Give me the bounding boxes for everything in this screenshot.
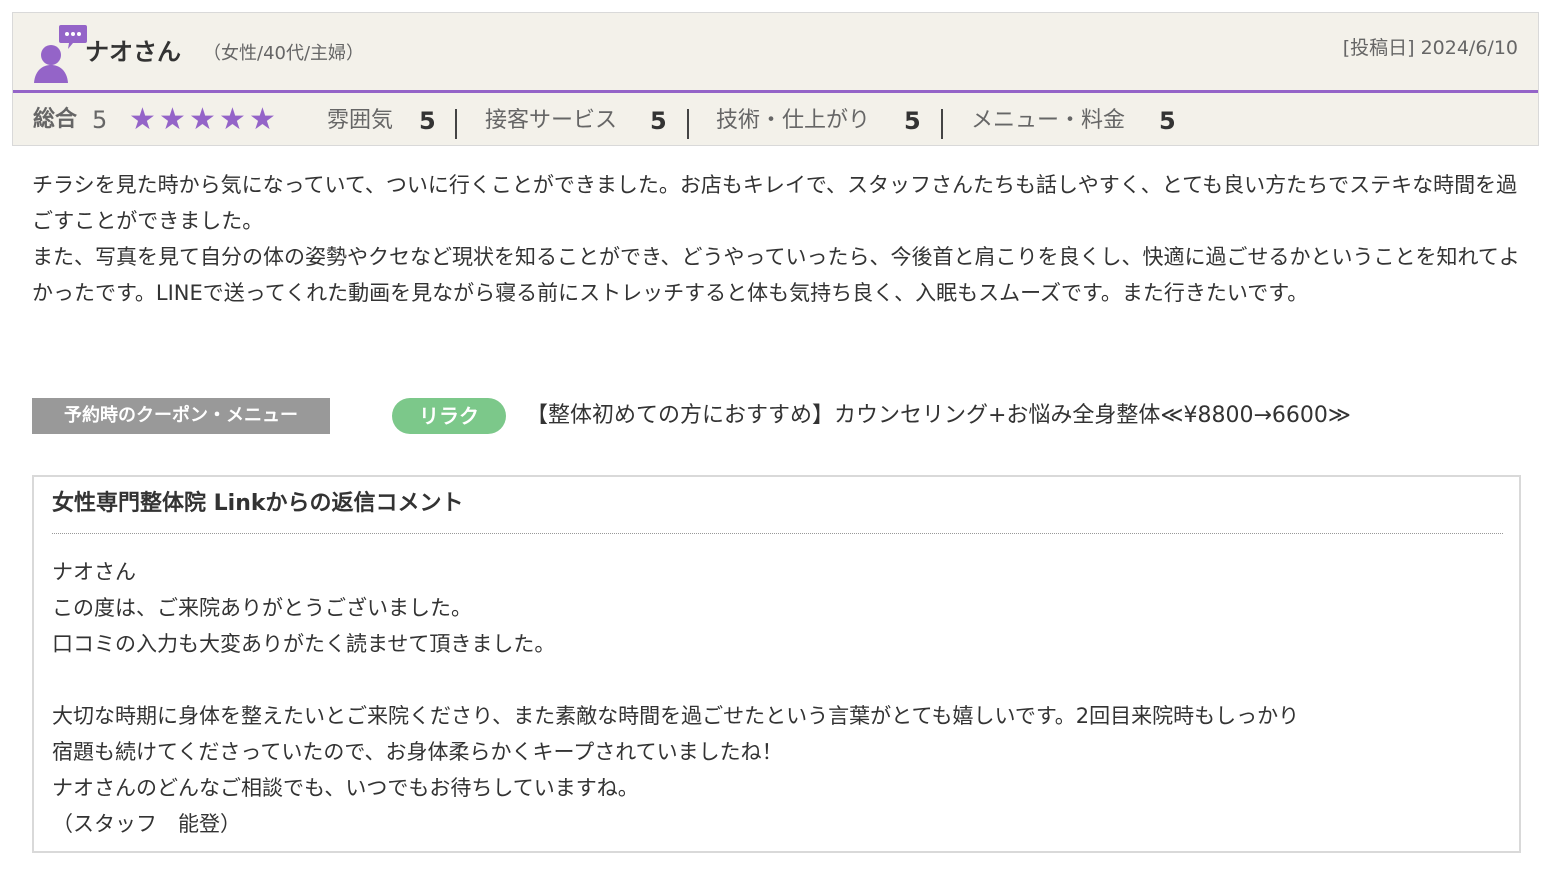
coupon-title: 【整体初めての方におすすめ】カウンセリング+お悩み全身整体≪¥8800→6600…: [526, 403, 1351, 428]
rating-label-menu-price: メニュー・料金: [971, 108, 1126, 133]
reply-line: ナオさんのどんなご相談でも、いつでもお待ちしていますね。: [52, 776, 639, 800]
coupon-category-badge: リラク: [392, 398, 506, 434]
review-paragraph: チラシを見た時から気になっていて、ついに行くことができました。お店もキレイで、ス…: [32, 173, 1518, 233]
rating-value-atmosphere: 5: [419, 107, 436, 135]
star-icon: ★: [159, 102, 186, 137]
reply-line: この度は、ご来院ありがとうございました。: [52, 596, 472, 620]
reply-line: 口コミの入力も大変ありがたく読ませて頂きました。: [52, 632, 556, 656]
reply-line: （スタッフ 能登）: [52, 812, 241, 836]
review-body: チラシを見た時から気になっていて、ついに行くことができました。お店もキレイで、ス…: [32, 167, 1526, 311]
reply-line: [52, 662, 1503, 698]
reply-line: 大切な時期に身体を整えたいとご来院くださり、また素敵な時間を過ごせたという言葉が…: [52, 704, 1300, 728]
rating-value-technique: 5: [904, 107, 921, 135]
review-paragraph: また、写真を見て自分の体の姿勢やクセなど現状を知ることができ、どうやっていったら…: [32, 245, 1520, 305]
ratings-row: 総合 5 ★ ★ ★ ★ ★ 雰囲気 5 接客サービス 5 技術・仕上がり 5 メニュー…: [13, 93, 1538, 147]
overall-rating-label: 総合: [33, 107, 78, 132]
reply-line: 宿題も続けてくださっていたので、お身体柔らかくキープされていましたね！: [52, 740, 783, 764]
coupon-row: 予約時のクーポン・メニュー リラク 【整体初めての方におすすめ】カウンセリング+…: [32, 398, 1522, 438]
reply-divider: [52, 533, 1503, 534]
rating-label-service: 接客サービス: [485, 108, 618, 133]
user-comment-icon: [33, 25, 93, 85]
review-card: ナオさん （女性/40代/主婦） [投稿日] 2024/6/10 総合 5 ★ ★…: [12, 12, 1539, 146]
reviewer-meta: （女性/40代/主婦）: [203, 43, 365, 64]
avatar-svg: [34, 25, 87, 83]
rating-value-service: 5: [650, 107, 667, 135]
reply-title: 女性専門整体院 Linkからの返信コメント: [52, 491, 464, 516]
star-icon: ★: [129, 102, 156, 137]
rating-label-atmosphere: 雰囲気: [327, 108, 394, 133]
coupon-label: 予約時のクーポン・メニュー: [32, 398, 330, 434]
rating-divider: [687, 109, 689, 139]
reply-line: ナオさん: [52, 560, 136, 584]
rating-label-technique: 技術・仕上がり: [716, 108, 871, 133]
rating-divider: [455, 109, 457, 139]
review-header: ナオさん （女性/40代/主婦） [投稿日] 2024/6/10: [13, 13, 1538, 91]
reply-comment-box: 女性専門整体院 Linkからの返信コメント ナオさん この度は、ご来院ありがとう…: [32, 475, 1521, 853]
post-date: [投稿日] 2024/6/10: [1342, 37, 1518, 59]
overall-rating-value: 5: [92, 106, 108, 134]
rating-divider: [941, 109, 943, 139]
reviewer-name: ナオさん: [85, 38, 181, 66]
star-icon: ★: [219, 102, 246, 137]
star-icon: ★: [249, 102, 276, 137]
star-icon: ★: [189, 102, 216, 137]
reply-body: ナオさん この度は、ご来院ありがとうございました。 口コミの入力も大変ありがたく…: [52, 554, 1503, 842]
star-rating: ★ ★ ★ ★ ★: [127, 103, 279, 137]
rating-value-menu-price: 5: [1159, 107, 1176, 135]
